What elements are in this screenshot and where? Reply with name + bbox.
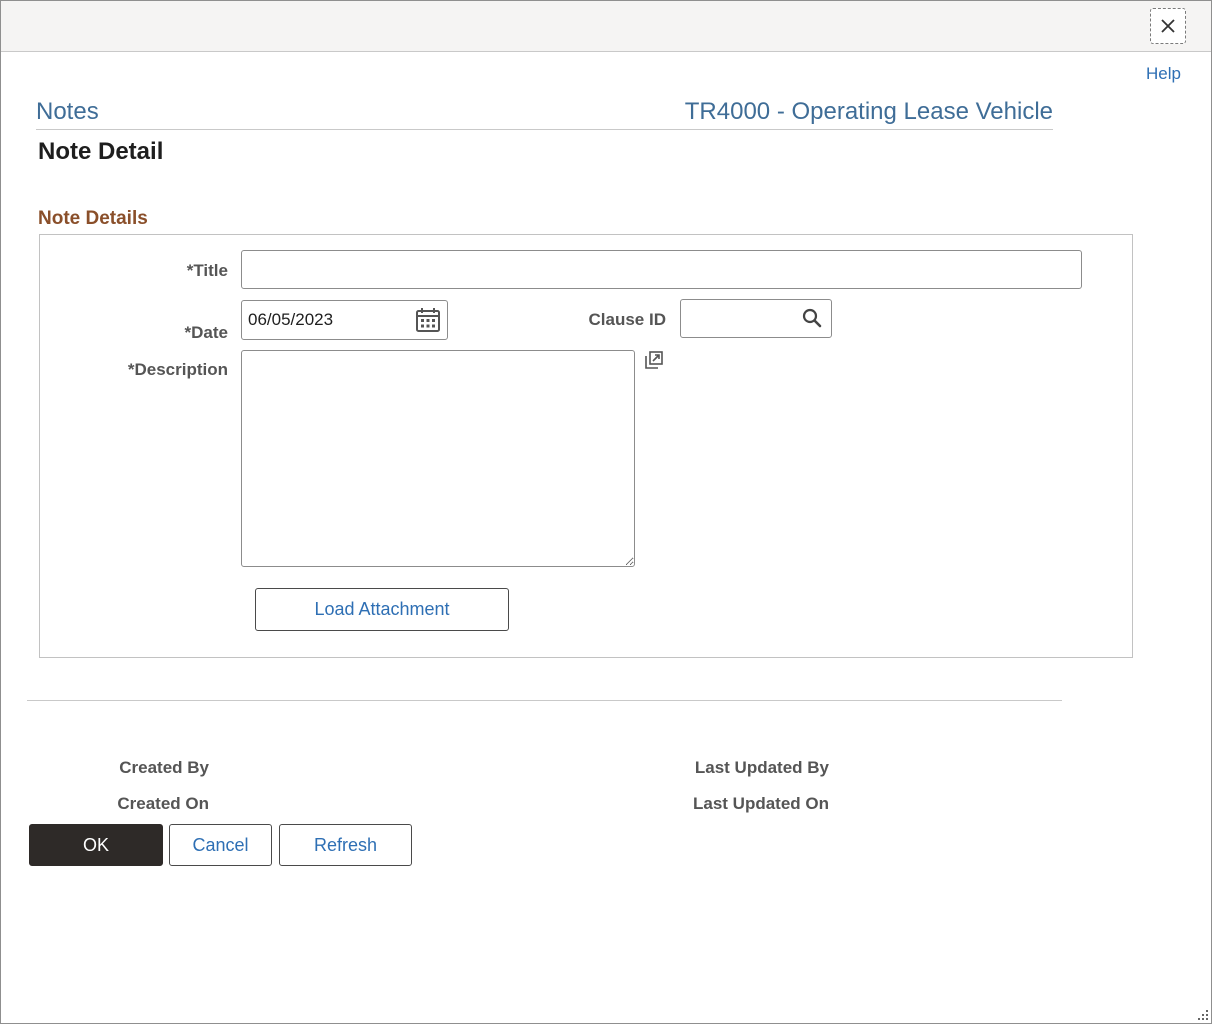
created-on-label: Created On <box>117 794 209 813</box>
date-picker-button[interactable] <box>411 303 445 337</box>
cancel-button[interactable]: Cancel <box>169 824 272 866</box>
footer-divider <box>27 700 1062 701</box>
expand-icon <box>645 351 663 369</box>
title-input[interactable] <box>241 250 1082 289</box>
context-title: TR4000 - Operating Lease Vehicle <box>684 98 1053 125</box>
help-link[interactable]: Help <box>1146 64 1181 84</box>
title-label: *Title <box>186 261 228 280</box>
clause-id-label: Clause ID <box>588 310 666 329</box>
last-updated-by-label: Last Updated By <box>694 758 829 777</box>
close-icon <box>1161 19 1175 33</box>
section-title: Note Details <box>38 208 148 229</box>
header-divider <box>36 129 1053 130</box>
clause-lookup-button[interactable] <box>797 303 827 333</box>
created-by-label: Created By <box>119 758 209 777</box>
breadcrumb-notes[interactable]: Notes <box>36 98 99 126</box>
resize-grip-icon[interactable] <box>1197 1009 1209 1021</box>
search-icon <box>802 308 822 328</box>
date-label: *Date <box>184 323 228 342</box>
description-textarea[interactable] <box>241 350 635 567</box>
last-updated-on-label: Last Updated On <box>692 794 829 813</box>
page-title: Note Detail <box>38 138 164 165</box>
modal-window: Help Notes TR4000 - Operating Lease Vehi… <box>0 0 1212 1024</box>
refresh-button[interactable]: Refresh <box>279 824 412 866</box>
close-button[interactable] <box>1150 8 1186 44</box>
description-label: *Description <box>127 360 228 379</box>
load-attachment-button[interactable]: Load Attachment <box>255 588 509 631</box>
ok-button[interactable]: OK <box>29 824 163 866</box>
calendar-icon <box>416 308 440 332</box>
modal-titlebar <box>1 1 1211 52</box>
expand-description-button[interactable] <box>642 348 666 372</box>
